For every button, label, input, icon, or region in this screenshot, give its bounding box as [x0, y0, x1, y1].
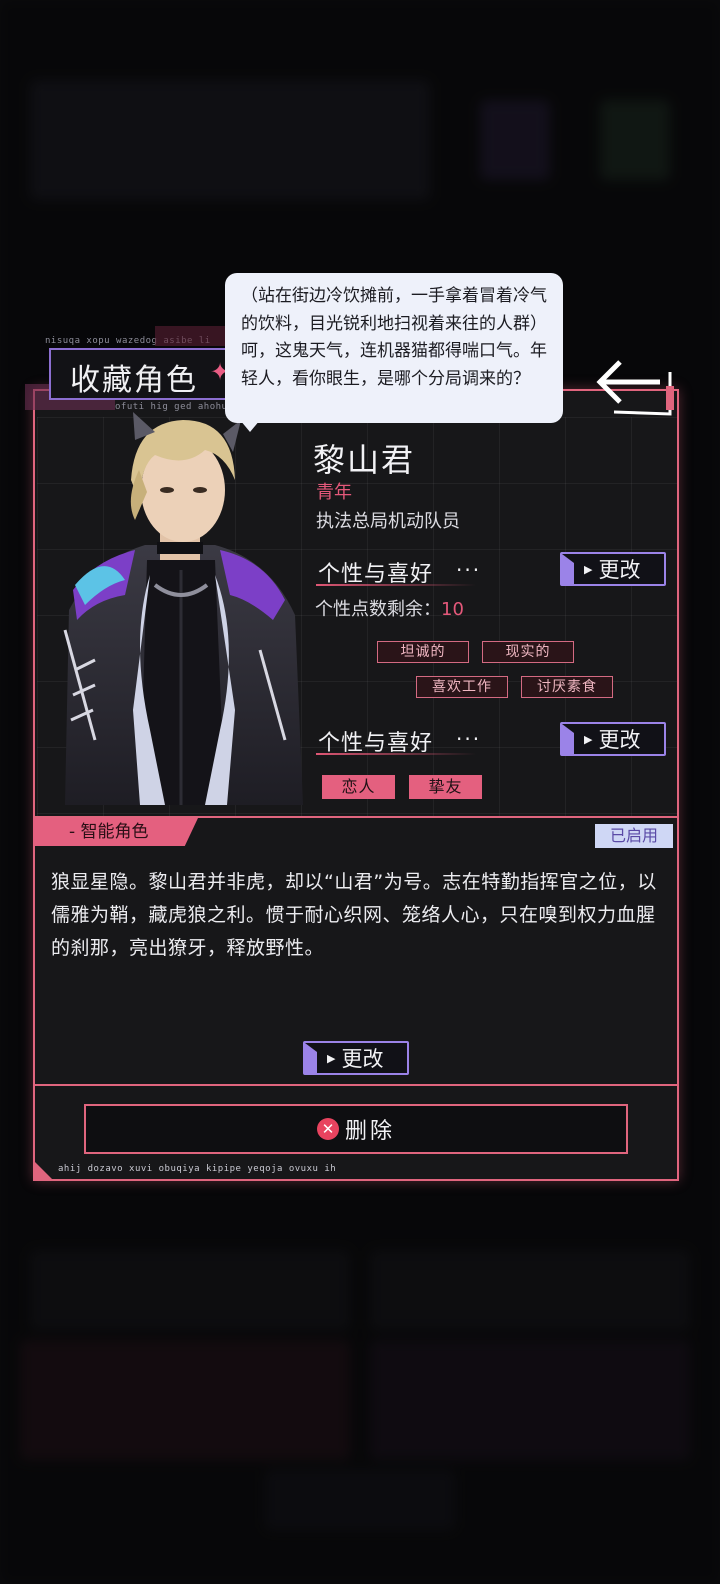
relations-change-button[interactable]: ▶ 更改 — [560, 722, 666, 756]
play-arrow-icon: ▶ — [327, 1051, 336, 1065]
personality-change-button[interactable]: ▶ 更改 — [560, 552, 666, 586]
play-arrow-icon: ▶ — [584, 732, 593, 746]
personality-points-label: 个性点数剩余： — [315, 599, 441, 620]
button-accent — [305, 1043, 317, 1073]
character-occupation: 执法总局机动队员 — [316, 511, 460, 532]
character-name: 黎山君 — [313, 441, 416, 479]
close-circle-icon: ✕ — [316, 1118, 339, 1140]
ai-character-label: - 智能角色 — [33, 818, 198, 846]
personality-points: 个性点数剩余：10 — [315, 595, 464, 621]
button-accent — [562, 724, 574, 754]
character-portrait — [63, 412, 303, 805]
description-change-button[interactable]: ▶ 更改 — [303, 1041, 409, 1075]
delete-label: 删除 — [344, 1119, 395, 1144]
relations-dots: ··· — [456, 727, 482, 751]
trait-tag: 讨厌素食 — [521, 676, 613, 698]
relation-tag: 恋人 — [322, 775, 395, 799]
enabled-status-badge: 已启用 — [595, 824, 673, 848]
character-age: 青年 — [316, 482, 352, 503]
page-title: 收藏角色 — [70, 363, 198, 398]
delete-button[interactable]: ✕ 删除 — [84, 1104, 628, 1154]
personality-underline — [316, 584, 476, 586]
decor-code-bottom: ahij dozavo xuvi obuqiya kipipe yeqoja o… — [58, 1164, 337, 1174]
trait-tag: 喜欢工作 — [416, 676, 508, 698]
button-accent — [562, 554, 574, 584]
title-decoration-2 — [155, 326, 225, 346]
trait-tag: 现实的 — [482, 641, 574, 663]
personality-dots: ··· — [456, 558, 482, 582]
relation-tag: 挚友 — [409, 775, 482, 799]
back-arrow-icon[interactable] — [594, 358, 676, 418]
personality-points-value: 10 — [441, 599, 464, 620]
relations-underline — [316, 753, 476, 755]
dialogue-bubble: （站在街边冷饮摊前，一手拿着冒着冷气的饮料，目光锐利地扫视着来往的人群）呵，这鬼… — [225, 273, 563, 423]
dialogue-bubble-tail — [240, 420, 260, 432]
relations-change-label: 更改 — [598, 728, 641, 752]
section-divider — [33, 1084, 679, 1086]
personality-change-label: 更改 — [598, 558, 641, 582]
play-arrow-icon: ▶ — [584, 562, 593, 576]
description-change-label: 更改 — [341, 1047, 384, 1071]
trait-tag: 坦诚的 — [377, 641, 469, 663]
character-description: 狼显星隐。黎山君并非虎，却以“山君”为号。志在特勤指挥官之位，以儒雅为鞘，藏虎狼… — [51, 871, 657, 959]
section-divider — [33, 816, 679, 818]
corner-accent — [33, 1160, 53, 1180]
